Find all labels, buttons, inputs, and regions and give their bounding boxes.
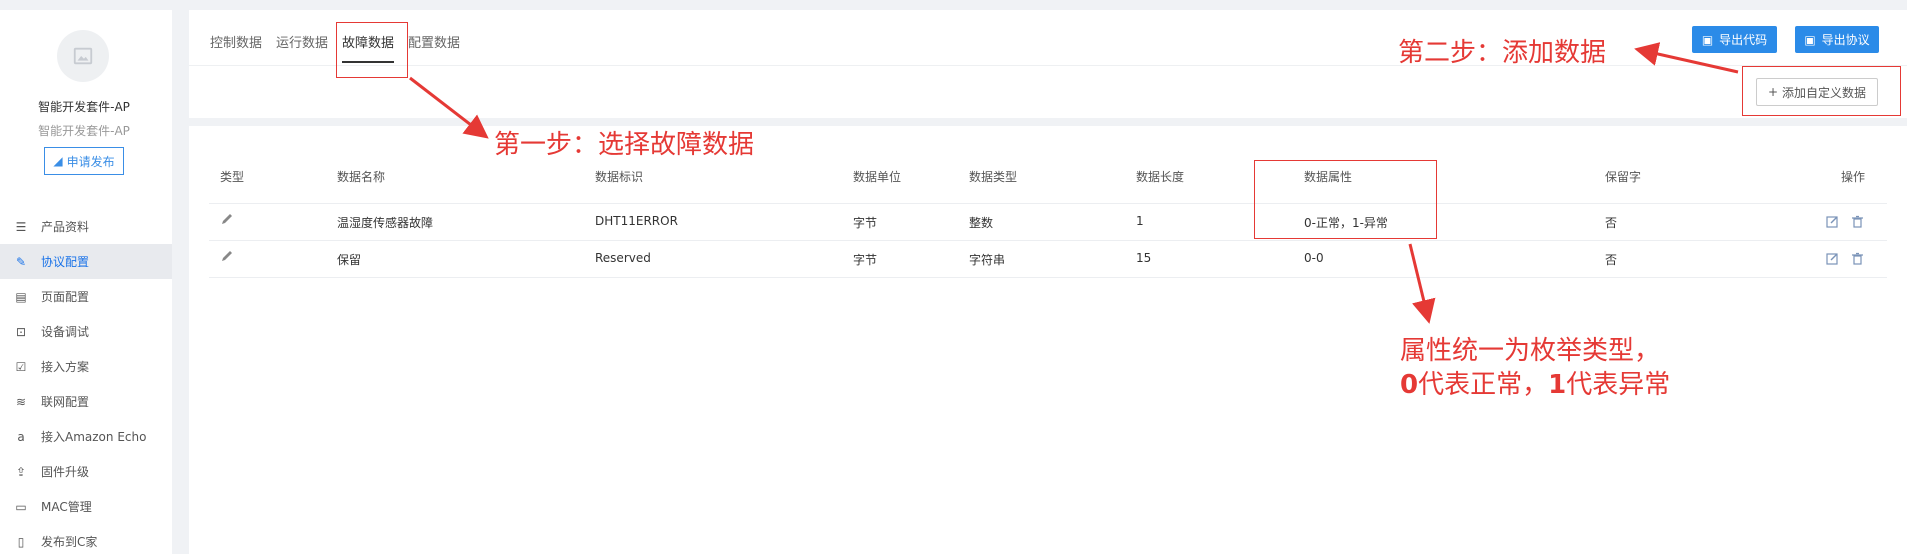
header-type: 类型 [220,170,245,184]
sidebar-item-label: MAC管理 [41,500,92,514]
trash-icon[interactable] [1851,252,1864,265]
sidebar-item-publish-c[interactable]: ▯ 发布到C家 [0,524,172,554]
sidebar-item-label: 协议配置 [41,255,90,269]
annotation-text-abnormal: 代表异常 [1566,370,1671,400]
cell-data-type: 整数 [969,216,994,230]
cell-data-attr: 0-0 [1304,251,1324,265]
header-data-unit: 数据单位 [853,170,902,184]
row-divider [209,240,1887,241]
annotation-note-line1: 属性统一为枚举类型， [1400,336,1661,366]
sidebar-item-label: 发布到C家 [41,535,98,549]
export-protocol-button[interactable]: ▣ 导出协议 [1795,26,1879,53]
cell-data-length: 15 [1136,251,1152,265]
sidebar-item-page-config[interactable]: ▤ 页面配置 [0,279,172,314]
header-data-id: 数据标识 [595,170,644,184]
annotation-num-1: 1 [1548,370,1567,400]
annotation-note-line2: 0代表正常，1代表异常 [1400,364,1670,401]
sidebar-item-label: 联网配置 [41,395,90,409]
sidebar-item-network-config[interactable]: ≋ 联网配置 [0,384,172,419]
image-placeholder-icon [73,47,93,65]
tab-toolbar-panel: 控制数据 运行数据 故障数据 配置数据 ▣ 导出代码 ▣ 导出协议 + 添加自定… [189,10,1907,118]
sidebar-item-protocol-config[interactable]: ✎ 协议配置 [0,244,172,279]
amazon-icon: a [17,429,25,444]
annotation-text-normal: 代表正常， [1418,370,1549,400]
sidebar-item-label: 固件升级 [41,465,90,479]
product-subtitle: 智能开发套件-AP [38,124,130,138]
cell-data-unit: 字节 [853,253,878,267]
cell-data-length: 1 [1136,214,1144,228]
annotation-step2: 第二步：添加数据 [1398,38,1607,68]
sidebar: 智能开发套件-AP 智能开发套件-AP ◢ 申请发布 ☰ 产品资料 ✎ 协议配置… [0,10,172,554]
cell-data-name: 温湿度传感器故障 [337,216,434,230]
sidebar-item-label: 产品资料 [41,220,90,234]
sidebar-item-label: 接入方案 [41,360,90,374]
highlight-data-attr [1254,160,1437,239]
cell-data-unit: 字节 [853,216,878,230]
sidebar-item-label: 接入Amazon Echo [41,430,147,444]
tab-config-data[interactable]: 配置数据 [408,35,460,75]
row-actions [1826,215,1864,228]
cell-data-id: Reserved [595,251,651,265]
header-divider [209,203,1887,204]
pencil-icon[interactable] [220,249,234,263]
row-actions [1826,252,1864,265]
product-name: 智能开发套件-AP [38,100,130,114]
export-protocol-label: 导出协议 [1821,33,1870,47]
header-actions: 操作 [1841,170,1866,184]
tabs-divider [189,65,1907,66]
tab-runtime-data[interactable]: 运行数据 [276,35,328,75]
edit-icon: ✎ [15,254,27,269]
sidebar-item-device-debug[interactable]: ⊡ 设备调试 [0,314,172,349]
monitor-icon: ▭ [15,499,27,514]
pencil-icon[interactable] [220,212,234,226]
save-icon: ▣ [1701,32,1714,47]
annotation-step1: 第一步：选择故障数据 [494,130,755,160]
trash-icon[interactable] [1851,215,1864,228]
tab-control-data[interactable]: 控制数据 [210,35,262,75]
list-icon: ☰ [15,219,27,234]
sidebar-item-mac-manage[interactable]: ▭ MAC管理 [0,489,172,524]
check-icon: ☑ [15,359,27,374]
apply-publish-button[interactable]: ◢ 申请发布 [44,147,124,175]
sidebar-item-product-info[interactable]: ☰ 产品资料 [0,209,172,244]
cell-reserved: 否 [1605,216,1618,230]
sidebar-nav: ☰ 产品资料 ✎ 协议配置 ▤ 页面配置 ⊡ 设备调试 ☑ 接入方案 ≋ 联网配… [0,209,172,554]
edit-icon[interactable] [1826,215,1839,228]
sidebar-item-access-plan[interactable]: ☑ 接入方案 [0,349,172,384]
annotation-num-0: 0 [1400,370,1419,400]
cell-data-type: 字符串 [969,253,1006,267]
wifi-icon: ≋ [15,394,27,409]
product-avatar [57,30,109,82]
save-icon: ▣ [1804,32,1816,47]
highlight-add-button [1742,66,1901,116]
header-data-length: 数据长度 [1136,170,1185,184]
row-divider [209,277,1887,278]
sidebar-item-label: 设备调试 [41,325,90,339]
edit-icon[interactable] [1826,252,1839,265]
upload-icon: ⇪ [15,464,27,479]
phone-icon: ▯ [17,534,25,549]
cell-data-id: DHT11ERROR [595,214,678,228]
header-reserved: 保留字 [1605,170,1642,184]
highlight-fault-tab [336,22,408,78]
cell-data-name: 保留 [337,253,362,267]
page-icon: ▤ [15,289,27,304]
export-code-label: 导出代码 [1719,33,1768,47]
send-icon: ◢ [53,154,63,168]
sidebar-item-firmware-upgrade[interactable]: ⇪ 固件升级 [0,454,172,489]
apply-publish-label: 申请发布 [66,154,115,169]
header-data-type: 数据类型 [969,170,1018,184]
cell-reserved: 否 [1605,253,1618,267]
export-code-button[interactable]: ▣ 导出代码 [1692,26,1777,53]
header-data-name: 数据名称 [337,170,386,184]
sidebar-item-amazon-echo[interactable]: a 接入Amazon Echo [0,419,172,454]
debug-icon: ⊡ [15,324,27,339]
sidebar-item-label: 页面配置 [41,290,90,304]
